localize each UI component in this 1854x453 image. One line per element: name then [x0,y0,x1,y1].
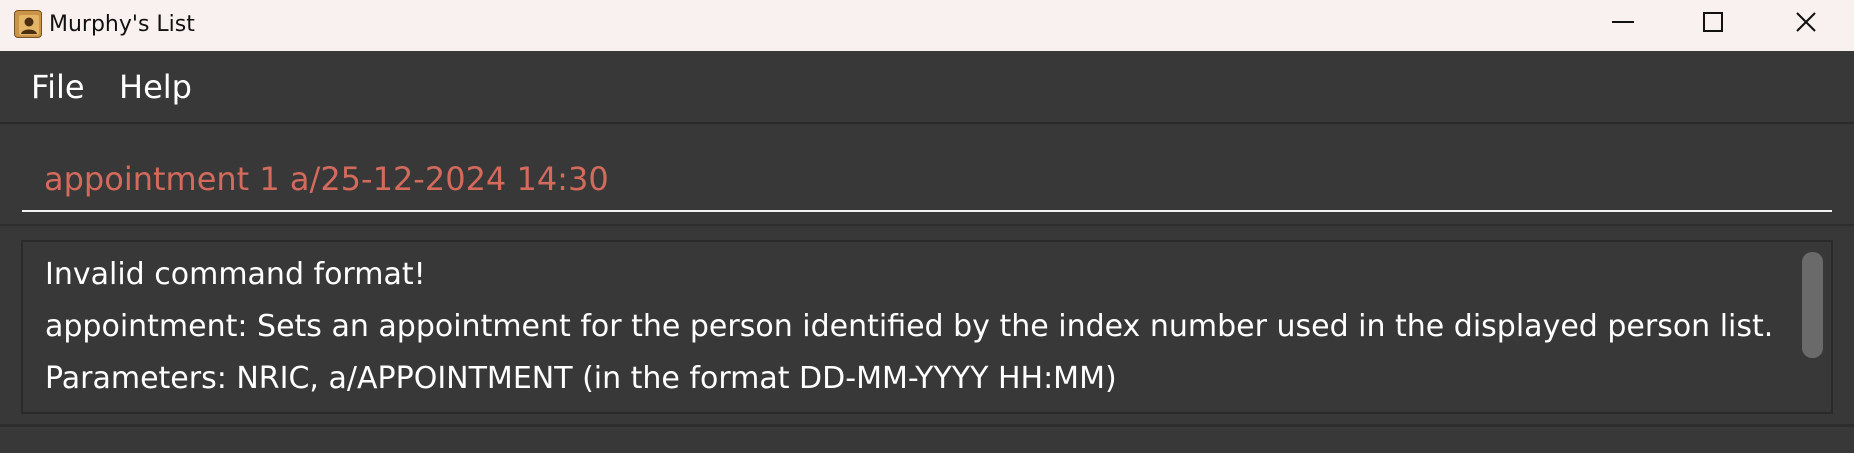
window-title: Murphy's List [49,12,195,37]
title-bar: Murphy's List [0,0,1854,51]
minimize-icon [1612,21,1634,23]
result-command-parameters: Parameters: NRIC, a/APPOINTMENT (in the … [45,361,1117,396]
result-command-usage: appointment: Sets an appointment for the… [45,309,1774,344]
close-button[interactable] [1761,0,1851,44]
command-input[interactable] [22,148,1832,212]
result-display-pane: Invalid command format! appointment: Set… [0,224,1854,424]
menu-bar: File Help [0,51,1854,122]
maximize-button[interactable] [1668,0,1758,44]
close-icon [1796,12,1816,32]
menu-help[interactable]: Help [119,67,192,107]
app-icon [14,10,42,38]
status-bar [0,424,1854,453]
result-error-title: Invalid command format! [45,257,426,292]
menu-file[interactable]: File [31,67,85,107]
maximize-icon [1703,12,1723,32]
result-scrollbar[interactable] [1802,252,1823,404]
result-display: Invalid command format! appointment: Set… [21,240,1833,414]
command-box-pane [0,122,1854,224]
minimize-button[interactable] [1578,0,1668,44]
result-scroll-thumb[interactable] [1802,252,1823,358]
